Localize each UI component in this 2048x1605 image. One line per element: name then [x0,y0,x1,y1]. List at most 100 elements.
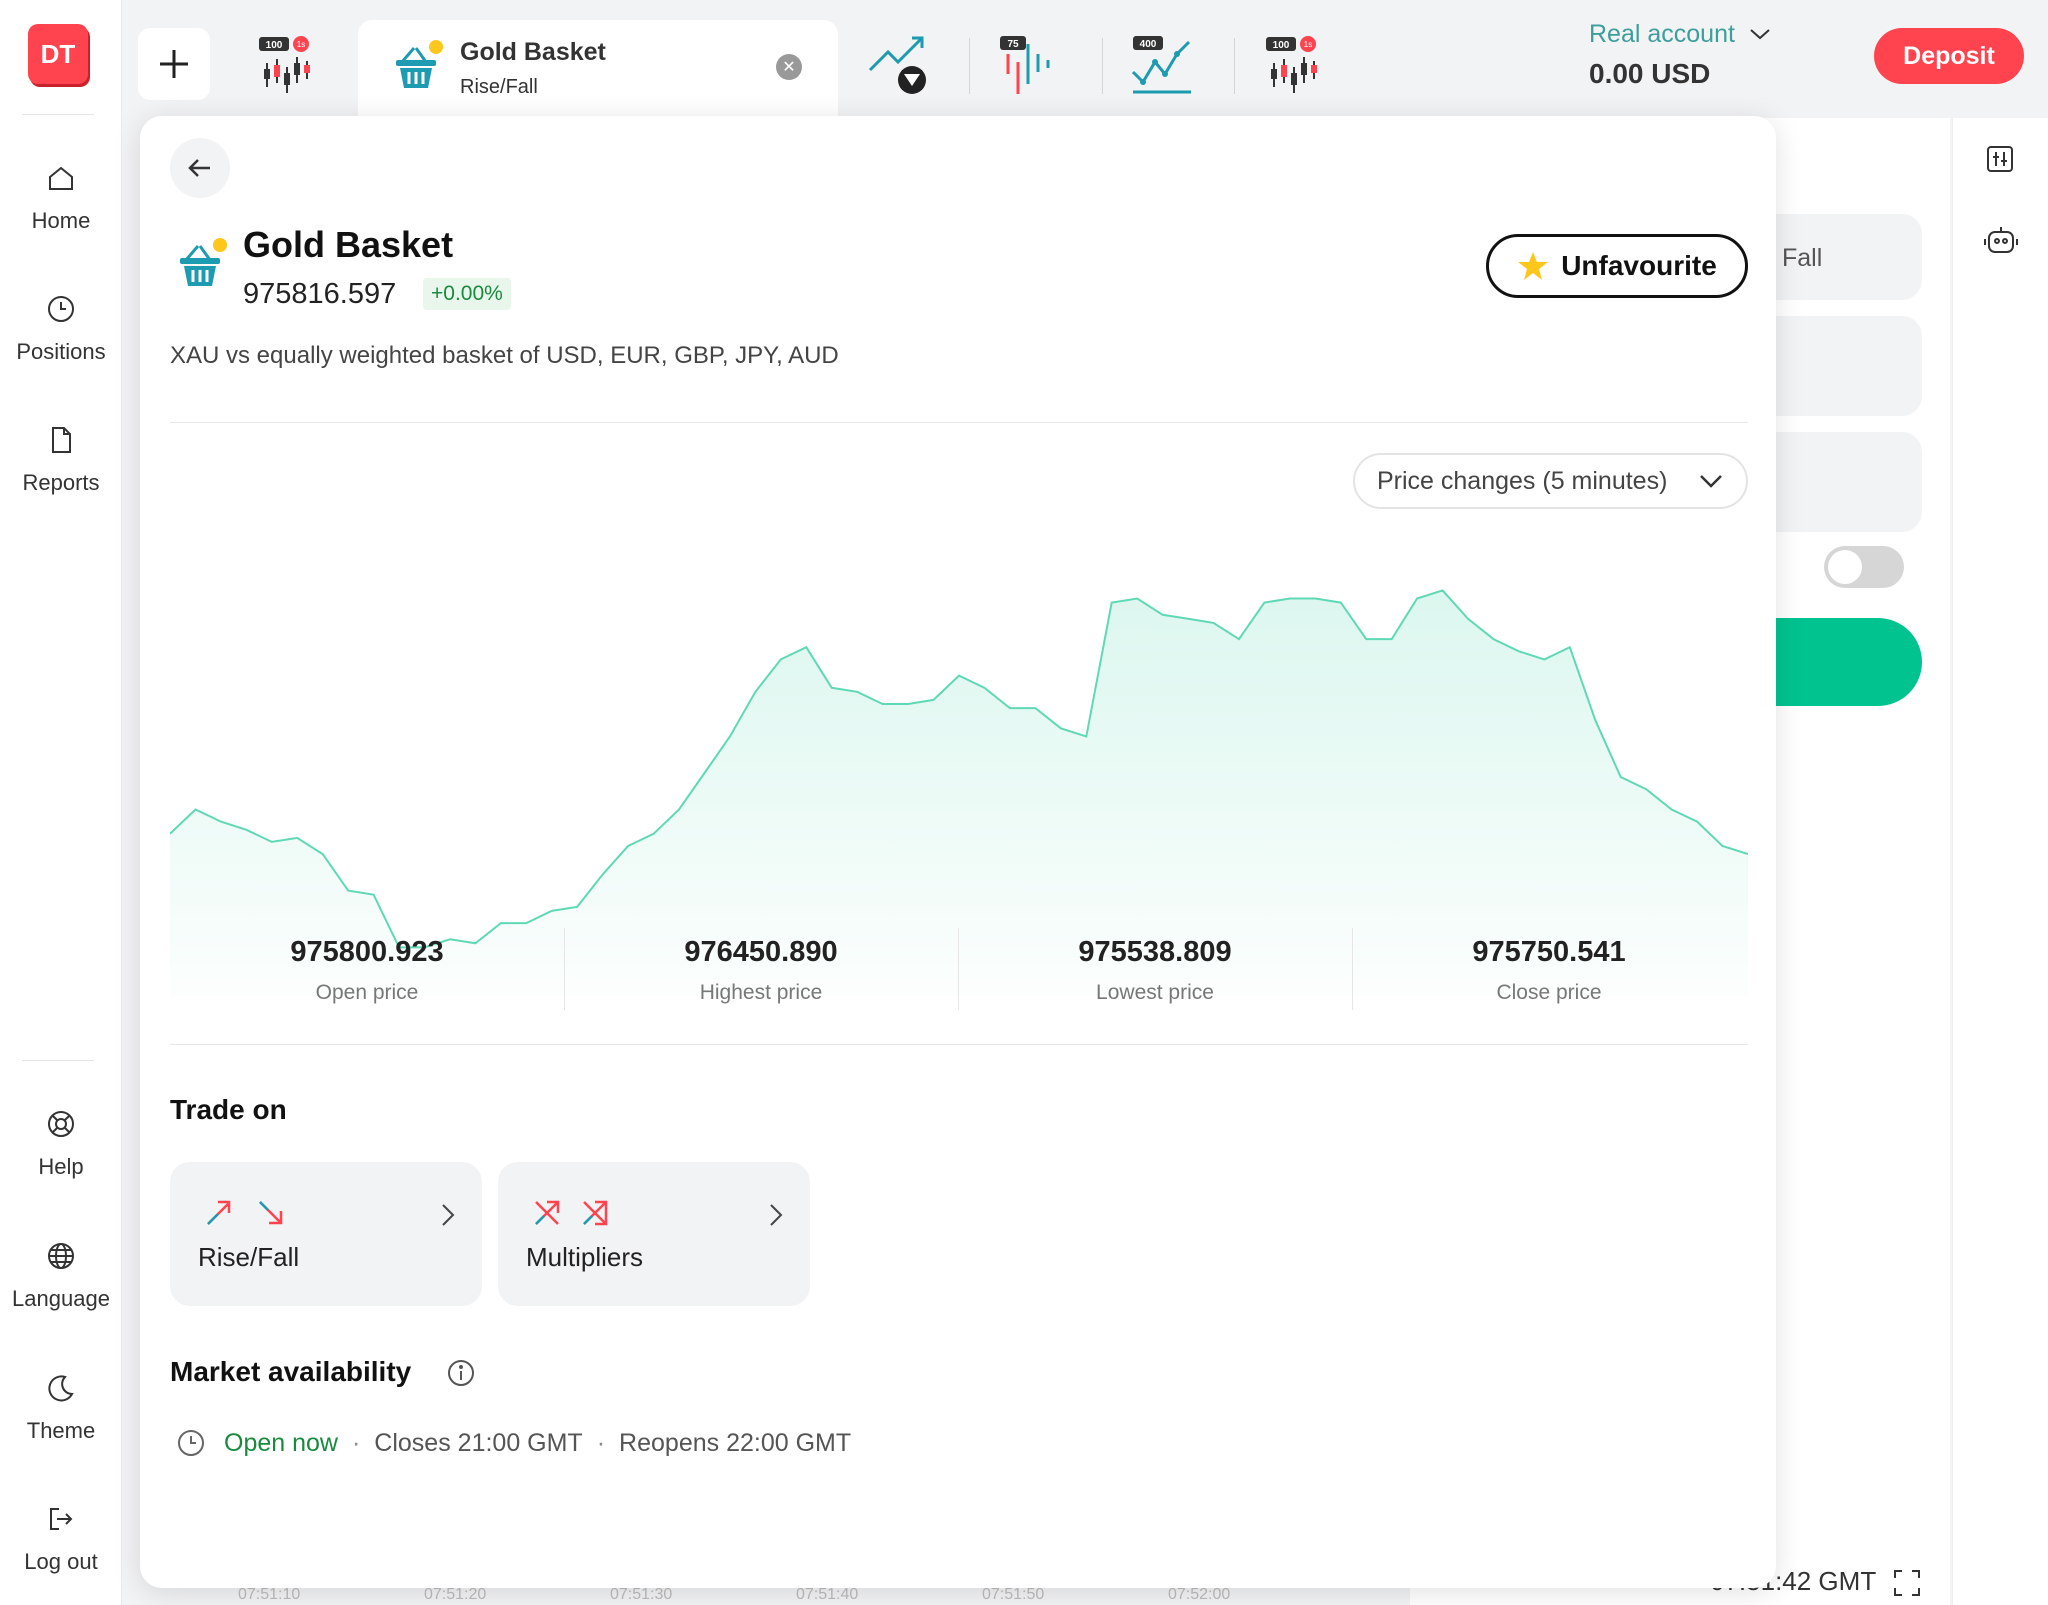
spikes-icon: 75 [1000,36,1050,94]
star-icon [1518,252,1549,280]
nav-home-label: Home [31,208,91,233]
info-icon[interactable] [446,1358,476,1388]
trend-bull-icon [868,36,926,94]
tab-volatility-400[interactable]: 400 [1127,30,1197,100]
nav-language-label: Language [12,1286,110,1311]
divider [170,1044,1748,1045]
nav-help-label: Help [38,1154,84,1179]
tab-gold-basket-active[interactable]: Gold Basket Rise/Fall ✕ [358,20,838,118]
chevron-down-icon [1700,475,1722,488]
stat-value: 975538.809 [1078,936,1232,968]
basket-icon [396,40,443,88]
stat-label: Close price [1496,981,1602,1004]
time-axis-tick: 07:51:10 [238,1586,301,1603]
robot-icon[interactable] [1983,224,2019,258]
moon-icon [48,1375,74,1402]
tab-boom-market[interactable] [864,30,934,100]
stat-value: 975750.541 [1472,936,1626,968]
tab-volatility-100-1s-b[interactable]: 100 1s [1259,30,1329,100]
top-bar: 100 1s Gold Basket Rise/Fall ✕ 75 400 10… [122,0,2048,118]
stat-label: Lowest price [1096,981,1214,1004]
unfavourite-label: Unfavourite [1561,250,1717,281]
trade-type-multipliers[interactable]: Multipliers [498,1162,810,1306]
nav-home[interactable]: Home [0,162,122,262]
time-axis-tick: 07:51:20 [424,1586,487,1603]
tab-title: Gold Basket [460,38,606,66]
separator-dot: · [596,1428,606,1457]
clock-icon [48,296,74,322]
chevron-down-icon [1750,29,1770,40]
market-closes: Closes 21:00 GMT [374,1428,583,1457]
arrow-left-icon [188,159,210,177]
tab-volatility-75[interactable]: 75 [994,30,1064,100]
market-description: XAU vs equally weighted basket of USD, E… [170,342,839,369]
sidebar-divider [22,114,94,115]
fullscreen-icon[interactable] [1892,1568,1922,1598]
price-change-badge: +0.00% [423,278,511,310]
fall-label: Fall [1782,244,1823,272]
badge-text: 1s [1304,40,1312,49]
deposit-button[interactable]: Deposit [1874,28,2024,84]
account-switcher[interactable]: Real account [1589,20,1772,49]
market-name: Gold Basket [243,224,454,265]
time-axis-tick: 07:51:50 [982,1586,1045,1603]
close-icon: ✕ [782,59,796,76]
time-axis-tick: 07:51:30 [610,1586,673,1603]
lifebuoy-icon [48,1111,74,1137]
stat-label: Highest price [699,981,823,1004]
badge-text: 400 [1140,39,1157,50]
candlestick-icon: 100 1s [1266,36,1317,93]
account-balance: 0.00 USD [1589,58,1711,89]
nav-logout[interactable]: Log out [0,1503,122,1603]
plus-icon [160,50,188,78]
back-button[interactable] [170,138,230,198]
globe-icon [48,1243,74,1269]
nav-positions-label: Positions [16,339,106,364]
home-icon [49,166,73,190]
stat-close-price: 975750.541 Close price [1352,936,1746,1005]
nav-reports[interactable]: Reports [0,424,122,524]
separator-dot: · [351,1428,361,1457]
rise-fall-icon [207,1200,283,1225]
settings-sliders-icon[interactable] [1985,144,2015,174]
unfavourite-button[interactable]: Unfavourite [1486,234,1748,298]
period-dropdown[interactable]: Price changes (5 minutes) [1353,453,1748,509]
nav-help[interactable]: Help [0,1108,122,1208]
nav-positions[interactable]: Positions [0,293,122,393]
nav-language[interactable]: Language [0,1240,122,1340]
tab-volatility-100-1s[interactable]: 100 1s [252,30,322,100]
tab-divider [1102,38,1103,94]
stat-value: 975800.923 [290,936,444,968]
divider [170,422,1748,423]
line-chart-icon: 400 [1131,36,1191,94]
left-sidebar: DT Home Positions Reports Help Language … [0,0,122,1605]
price-chart [170,589,1748,996]
close-tab-button[interactable]: ✕ [776,54,802,80]
stat-label: Open price [315,981,419,1004]
add-tab-button[interactable] [138,28,210,100]
nav-logout-label: Log out [24,1549,98,1574]
stat-value: 976450.890 [684,936,838,968]
market-reopens: Reopens 22:00 GMT [619,1428,852,1457]
badge-text: 75 [1007,39,1019,50]
market-price: 975816.597 [243,278,397,310]
nav-reports-label: Reports [22,470,100,495]
badge-text: 1s [297,40,305,49]
market-details-modal: Gold Basket 975816.597 +0.00% Unfavourit… [140,116,1776,1588]
trade-type-label: Multipliers [526,1242,644,1272]
period-label: Price changes (5 minutes) [1377,466,1668,495]
app-logo[interactable]: DT [28,24,88,84]
toggle-switch[interactable] [1824,546,1904,588]
nav-theme-label: Theme [26,1418,96,1443]
candlestick-icon: 100 1s [259,36,310,93]
sidebar-divider [22,1060,94,1061]
trade-type-rise-fall[interactable]: Rise/Fall [170,1162,482,1306]
document-icon [52,427,71,453]
market-availability-title: Market availability [170,1356,412,1387]
tab-subtitle: Rise/Fall [460,76,538,98]
clock-icon [178,1430,204,1456]
time-axis-tick: 07:51:40 [796,1586,859,1603]
nav-theme[interactable]: Theme [0,1372,122,1472]
trade-type-label: Rise/Fall [198,1242,300,1272]
stat-lowest-price: 975538.809 Lowest price [958,936,1352,1005]
